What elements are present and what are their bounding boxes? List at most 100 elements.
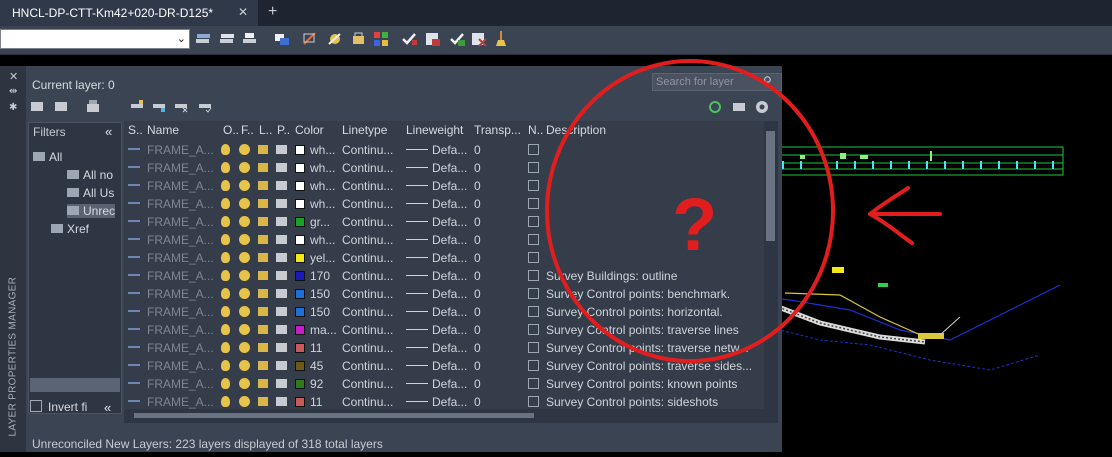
lock-icon[interactable]	[258, 253, 268, 262]
scroll-thumb[interactable]	[134, 413, 534, 418]
layer-row[interactable]: FRAME_A... 150 Continu... Defa... 0 Survey Co…	[124, 285, 764, 303]
new-vp-freeze-icon[interactable]	[528, 306, 539, 317]
freeze-icon[interactable]	[239, 144, 250, 155]
lock-icon[interactable]	[258, 217, 268, 226]
on-off-icon[interactable]	[221, 324, 230, 335]
autohide-icon[interactable]: ⇹	[9, 86, 17, 97]
lock-icon[interactable]	[258, 289, 268, 298]
layer-dropdown[interactable]: ⌄	[0, 29, 190, 49]
layer-row[interactable]: FRAME_A... ma... Continu... Defa... 0 Survey …	[124, 321, 764, 339]
column-header[interactable]: Color	[295, 123, 324, 141]
layer-row[interactable]: FRAME_A... 45 Continu... Defa... 0 Survey Con…	[124, 357, 764, 375]
search-icon[interactable]: ⚲	[763, 74, 772, 88]
color-swatch[interactable]	[295, 235, 305, 245]
freeze-icon[interactable]	[239, 360, 250, 371]
layer-color-icon[interactable]	[372, 30, 390, 48]
on-off-icon[interactable]	[221, 288, 230, 299]
refresh-icon[interactable]	[707, 99, 723, 115]
lock-icon[interactable]	[258, 361, 268, 370]
collapse-tree-button[interactable]: «	[104, 400, 111, 415]
color-swatch[interactable]	[295, 307, 305, 317]
layer-row[interactable]: FRAME_A... gr... Continu... Defa... 0	[124, 213, 764, 231]
layer-row[interactable]: FRAME_A... 11 Continu... Defa... 0 Survey Con…	[124, 339, 764, 357]
plot-icon[interactable]	[276, 361, 287, 370]
close-tab-icon[interactable]: ✕	[238, 5, 248, 19]
new-vp-freeze-icon[interactable]	[528, 360, 539, 371]
plot-icon[interactable]	[276, 253, 287, 262]
color-swatch[interactable]	[295, 343, 305, 353]
delete-layer-icon[interactable]	[174, 99, 188, 113]
layer-row[interactable]: FRAME_A... wh... Continu... Defa... 0	[124, 141, 764, 159]
freeze-icon[interactable]	[239, 270, 250, 281]
freeze-icon[interactable]	[239, 324, 250, 335]
lock-icon[interactable]	[258, 271, 268, 280]
new-vp-freeze-icon[interactable]	[528, 324, 539, 335]
color-swatch[interactable]	[295, 199, 305, 209]
freeze-icon[interactable]	[239, 162, 250, 173]
lock-icon[interactable]	[258, 145, 268, 154]
layer-off-icon[interactable]	[301, 30, 319, 48]
layer-states-icon[interactable]	[194, 30, 212, 48]
checkbox-box[interactable]	[30, 400, 42, 412]
lock-icon[interactable]	[258, 307, 268, 316]
plot-icon[interactable]	[276, 181, 287, 190]
color-swatch[interactable]	[295, 253, 305, 263]
on-off-icon[interactable]	[221, 378, 230, 389]
on-off-icon[interactable]	[221, 360, 230, 371]
close-icon[interactable]: ✕	[9, 70, 18, 83]
filter-all-non-xref[interactable]: All no	[67, 168, 113, 182]
on-off-icon[interactable]	[221, 270, 230, 281]
on-off-icon[interactable]	[221, 144, 230, 155]
layer-match-icon[interactable]	[218, 30, 236, 48]
color-swatch[interactable]	[295, 289, 305, 299]
plot-icon[interactable]	[276, 343, 287, 352]
filter-xref[interactable]: Xref	[51, 222, 89, 236]
new-vp-freeze-icon[interactable]	[528, 270, 539, 281]
layer-row[interactable]: FRAME_A... wh... Continu... Defa... 0	[124, 195, 764, 213]
column-header[interactable]: Lineweight	[406, 123, 463, 141]
plot-icon[interactable]	[276, 325, 287, 334]
new-layer-vp-frozen-icon[interactable]	[152, 99, 166, 113]
lock-icon[interactable]	[258, 397, 268, 406]
column-header[interactable]: S..	[128, 123, 143, 141]
new-vp-freeze-icon[interactable]	[528, 180, 539, 191]
new-tab-button[interactable]: +	[268, 3, 277, 21]
layer-previous-icon[interactable]	[241, 30, 259, 48]
column-header[interactable]: F..	[241, 123, 254, 141]
on-off-icon[interactable]	[221, 216, 230, 227]
new-vp-freeze-icon[interactable]	[528, 162, 539, 173]
lock-icon[interactable]	[258, 199, 268, 208]
lock-icon[interactable]	[258, 343, 268, 352]
freeze-icon[interactable]	[239, 252, 250, 263]
invert-filter-checkbox[interactable]: Invert fi	[30, 400, 87, 414]
color-swatch[interactable]	[295, 217, 305, 227]
layer-row[interactable]: FRAME_A... 11 Continu... Defa... 0 Survey Con…	[124, 393, 764, 409]
new-filter-icon[interactable]	[30, 99, 44, 113]
on-off-icon[interactable]	[221, 342, 230, 353]
plot-icon[interactable]	[276, 289, 287, 298]
new-vp-freeze-icon[interactable]	[528, 198, 539, 209]
layer-isolate-icon[interactable]	[273, 30, 291, 48]
set-current-icon[interactable]	[198, 99, 212, 113]
plot-icon[interactable]	[276, 397, 287, 406]
column-header[interactable]: Name	[147, 123, 179, 141]
plot-icon[interactable]	[276, 145, 287, 154]
scroll-thumb[interactable]	[766, 131, 775, 241]
column-header[interactable]: Description	[546, 123, 606, 141]
new-vp-freeze-icon[interactable]	[528, 342, 539, 353]
layer-row[interactable]: FRAME_A... wh... Continu... Defa... 0	[124, 231, 764, 249]
purge-broom-icon[interactable]	[492, 30, 510, 48]
document-tab[interactable]: HNCL-DP-CTT-Km42+020-DR-D125* ✕	[0, 0, 258, 26]
on-off-icon[interactable]	[221, 234, 230, 245]
color-swatch[interactable]	[295, 145, 305, 155]
on-off-icon[interactable]	[221, 396, 230, 407]
plot-icon[interactable]	[276, 199, 287, 208]
freeze-icon[interactable]	[239, 198, 250, 209]
plot-icon[interactable]	[276, 163, 287, 172]
new-vp-freeze-icon[interactable]	[528, 216, 539, 227]
layer-row[interactable]: FRAME_A... 150 Continu... Defa... 0 Survey Co…	[124, 303, 764, 321]
color-swatch[interactable]	[295, 379, 305, 389]
color-swatch[interactable]	[295, 271, 305, 281]
layer-translate-icon[interactable]	[448, 30, 466, 48]
layer-walk-icon[interactable]	[400, 30, 418, 48]
